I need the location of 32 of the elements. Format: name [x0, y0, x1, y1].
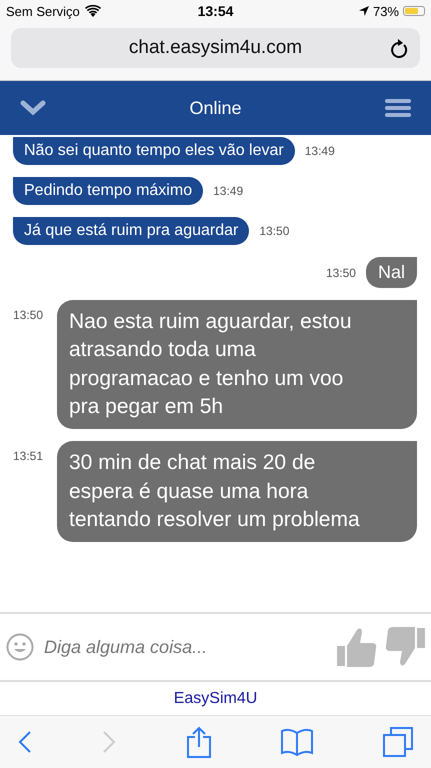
- battery-icon: [403, 6, 425, 16]
- back-icon[interactable]: [18, 730, 32, 754]
- address-bar[interactable]: chat.easysim4u.com: [11, 28, 420, 68]
- user-message: Nao esta ruim aguardar, estou atrasando toda uma programacao e tenho um voo pra pegar em 5h: [57, 300, 417, 430]
- message-time: 13:49: [213, 184, 244, 198]
- menu-icon[interactable]: [385, 98, 411, 118]
- location-arrow-icon: [358, 6, 369, 16]
- user-message: 30 min de chat mais 20 de espera é quase uma hora tentando resolver um problema: [57, 441, 417, 542]
- agent-message: Já que está ruim pra aguardar: [13, 217, 250, 245]
- message-time: 13:51: [13, 449, 44, 464]
- reload-icon[interactable]: [390, 38, 408, 58]
- message-time: 13:49: [304, 144, 335, 158]
- smiley-icon[interactable]: [6, 633, 34, 661]
- message-time: 13:50: [326, 266, 356, 280]
- chevron-down-icon[interactable]: [20, 100, 46, 116]
- user-message: Nal: [366, 257, 417, 288]
- clock-text: 13:54: [198, 3, 234, 19]
- thumbs-up-icon[interactable]: [337, 626, 377, 668]
- carrier-text: Sem Serviço: [6, 4, 80, 18]
- thumbs-down-icon[interactable]: [385, 626, 425, 668]
- message-time: 13:50: [13, 308, 44, 322]
- tabs-icon[interactable]: [383, 727, 413, 757]
- wifi-icon: [84, 5, 101, 17]
- share-icon[interactable]: [186, 726, 210, 758]
- header-title: Online: [189, 98, 242, 118]
- battery-percent: 73%: [372, 4, 399, 18]
- message-input[interactable]: Diga alguma coisa...: [42, 636, 329, 658]
- agent-message: Não sei quanto tempo eles vão levar: [13, 137, 295, 165]
- agent-message: Pedindo tempo máximo: [13, 177, 204, 205]
- brand-link[interactable]: EasySim4U: [174, 690, 258, 708]
- message-time: 13:50: [259, 224, 290, 238]
- book-icon[interactable]: [280, 728, 313, 756]
